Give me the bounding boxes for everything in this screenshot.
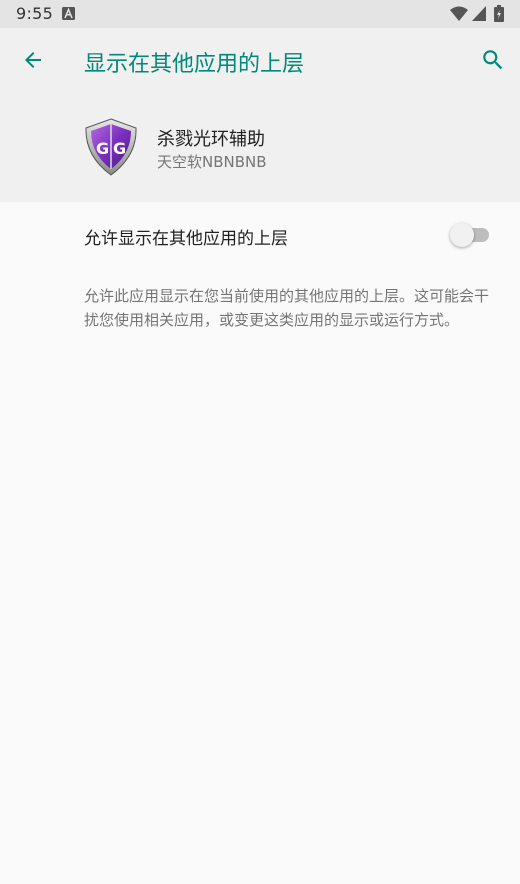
battery-icon: [494, 5, 504, 22]
game-guardian-icon: G G: [85, 118, 137, 176]
page-title: 显示在其他应用的上层: [84, 52, 305, 77]
app-developer: 天空软NBNBNB: [157, 153, 267, 171]
app-header: G G 杀戮光环辅助 天空软NBNBNB: [0, 94, 520, 202]
arrow-back-icon: [25, 52, 41, 68]
search-button[interactable]: [470, 37, 516, 83]
wifi-icon: [450, 6, 468, 21]
search-icon: [483, 50, 503, 70]
permission-row[interactable]: 允许显示在其他应用的上层: [0, 202, 520, 268]
svg-text:G: G: [113, 139, 126, 158]
toggle-thumb: [450, 223, 474, 247]
permission-toggle[interactable]: [450, 223, 490, 247]
permission-description: 允许此应用显示在您当前使用的其他应用的上层。这可能会干扰您使用相关应用，或变更这…: [84, 287, 490, 329]
status-time: 9:55: [16, 4, 54, 23]
signal-icon: [472, 6, 486, 21]
notification-a-icon: [62, 7, 75, 20]
app-bar: 显示在其他应用的上层: [0, 28, 520, 94]
back-button[interactable]: [10, 37, 56, 83]
status-bar: 9:55: [0, 0, 520, 28]
svg-text:G: G: [96, 139, 109, 158]
app-name: 杀戮光环辅助: [157, 129, 265, 150]
permission-label: 允许显示在其他应用的上层: [84, 229, 288, 249]
